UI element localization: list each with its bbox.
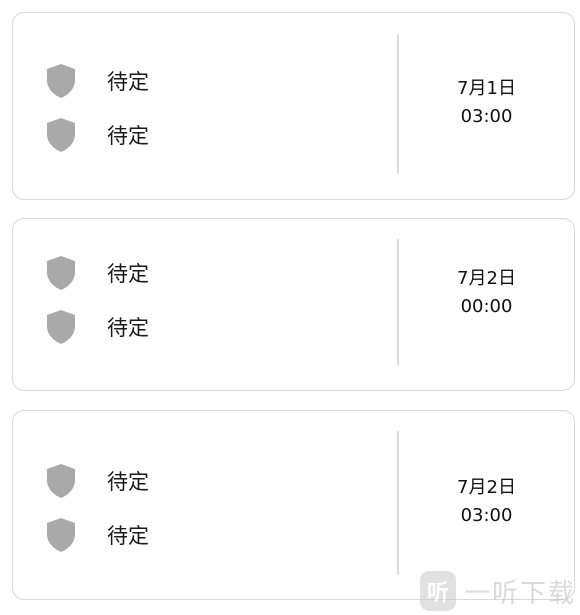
match-time: 7月1日 03:00 [399, 75, 574, 131]
team-name: 待定 [107, 316, 149, 340]
team-row-home: 待定 [45, 63, 149, 99]
team-name: 待定 [107, 70, 149, 94]
match-date: 7月1日 [457, 78, 516, 99]
match-clock: 00:00 [460, 296, 513, 317]
match-time: 7月2日 03:00 [399, 474, 574, 530]
team-name: 待定 [107, 470, 149, 494]
shield-icon [47, 310, 75, 344]
team-name: 待定 [107, 124, 149, 148]
shield-icon [47, 518, 75, 552]
match-clock: 03:00 [460, 106, 513, 127]
match-time: 7月2日 00:00 [399, 265, 574, 321]
shield-icon [47, 64, 75, 98]
team-row-away: 待定 [45, 117, 149, 153]
watermark: 听 一听下载 [420, 570, 576, 612]
team-row-home: 待定 [45, 463, 149, 499]
team-row-away: 待定 [45, 309, 149, 345]
watermark-text: 一听下载 [463, 578, 576, 609]
match-date: 7月2日 [457, 268, 516, 289]
team-row-home: 待定 [45, 255, 149, 291]
shield-icon [47, 464, 75, 498]
match-date: 7月2日 [457, 477, 516, 498]
match-card[interactable]: 待定 待定 7月1日 03:00 [12, 12, 575, 200]
team-row-away: 待定 [45, 517, 149, 553]
match-card[interactable]: 待定 待定 7月2日 00:00 [12, 218, 575, 391]
shield-icon [47, 256, 75, 290]
watermark-logo: 听 [420, 571, 456, 611]
match-clock: 03:00 [460, 505, 513, 526]
shield-icon [47, 118, 75, 152]
team-name: 待定 [107, 524, 149, 548]
team-name: 待定 [107, 262, 149, 286]
